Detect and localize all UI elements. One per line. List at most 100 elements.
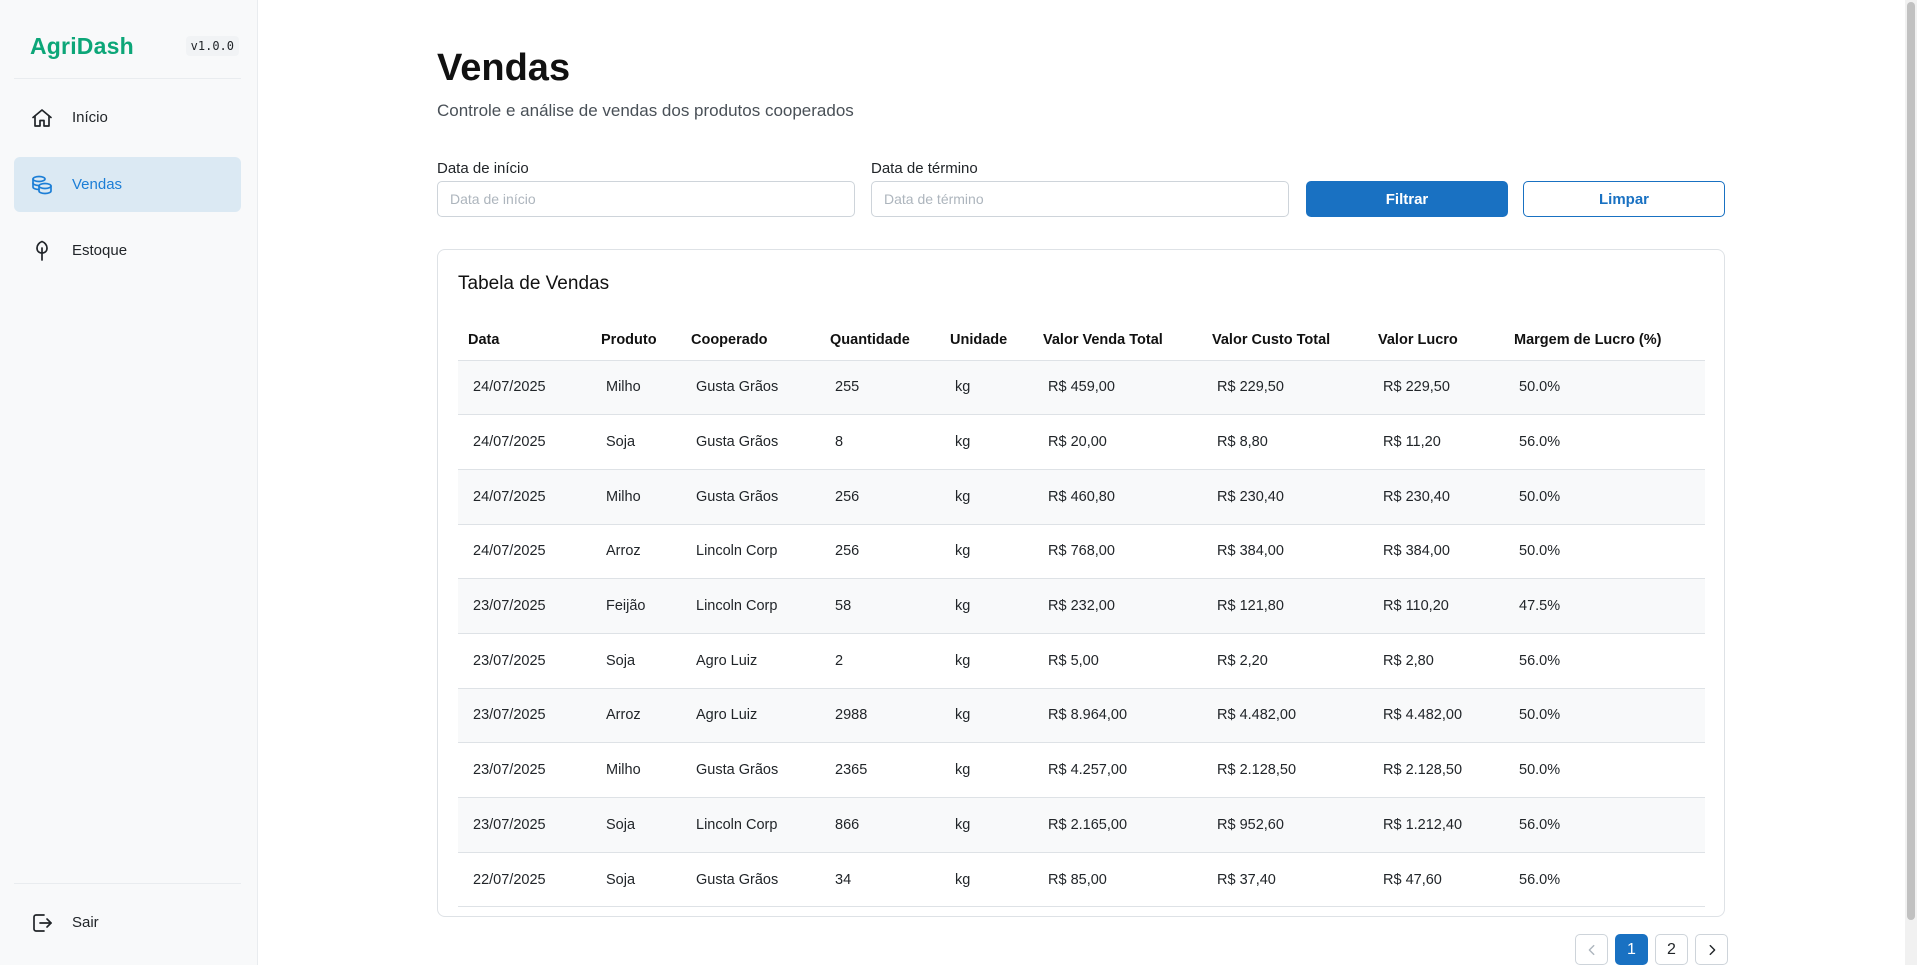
page-title: Vendas	[437, 47, 571, 89]
cell-margin: 50.0%	[1504, 360, 1705, 416]
cell-date: 24/07/2025	[458, 469, 591, 525]
cell-cooperado: Lincoln Corp	[681, 797, 820, 853]
column-header: Valor Custo Total	[1202, 320, 1368, 361]
scrollbar-thumb[interactable]	[1907, 2, 1915, 920]
sales-table: Data Produto Cooperado Quantidade Unidad…	[458, 320, 1705, 908]
cell-product: Soja	[591, 852, 681, 908]
cell-product: Milho	[591, 469, 681, 525]
cell-margin: 56.0%	[1504, 797, 1705, 853]
cell-sale-total: R$ 85,00	[1033, 852, 1202, 908]
logout-button[interactable]: Sair	[14, 895, 241, 950]
cell-unit: kg	[940, 797, 1033, 853]
cell-unit: kg	[940, 360, 1033, 416]
cell-unit: kg	[940, 688, 1033, 744]
cell-quantity: 256	[820, 469, 940, 525]
column-header: Produto	[591, 320, 681, 361]
prev-page-button[interactable]	[1575, 934, 1608, 965]
cell-quantity: 256	[820, 524, 940, 580]
cell-margin: 56.0%	[1504, 852, 1705, 908]
table-row: 23/07/2025 Soja Agro Luiz 2 kg R$ 5,00 R$ 2,20…	[458, 633, 1705, 689]
cell-unit: kg	[940, 469, 1033, 525]
start-date-input[interactable]	[437, 181, 855, 217]
cell-profit: R$ 4.482,00	[1368, 688, 1504, 744]
cell-unit: kg	[940, 633, 1033, 689]
table-row: 23/07/2025 Soja Lincoln Corp 866 kg R$ 2.165,…	[458, 797, 1705, 853]
cell-margin: 50.0%	[1504, 469, 1705, 525]
cell-cooperado: Agro Luiz	[681, 633, 820, 689]
column-header: Quantidade	[820, 320, 940, 361]
cell-cooperado: Gusta Grãos	[681, 852, 820, 908]
cell-unit: kg	[940, 742, 1033, 798]
cell-margin: 47.5%	[1504, 578, 1705, 634]
cell-quantity: 2988	[820, 688, 940, 744]
cell-profit: R$ 230,40	[1368, 469, 1504, 525]
table-row: 24/07/2025 Arroz Lincoln Corp 256 kg R$ 768,0…	[458, 524, 1705, 580]
cell-unit: kg	[940, 414, 1033, 470]
cell-profit: R$ 1.212,40	[1368, 797, 1504, 853]
next-page-button[interactable]	[1695, 934, 1728, 965]
cell-product: Arroz	[591, 524, 681, 580]
logout-label: Sair	[72, 914, 99, 931]
page-subtitle: Controle e análise de vendas dos produto…	[437, 101, 854, 120]
cell-profit: R$ 110,20	[1368, 578, 1504, 634]
cell-product: Arroz	[591, 688, 681, 744]
cell-quantity: 255	[820, 360, 940, 416]
cell-cooperado: Gusta Grãos	[681, 469, 820, 525]
cell-cooperado: Gusta Grãos	[681, 360, 820, 416]
cell-sale-total: R$ 4.257,00	[1033, 742, 1202, 798]
cell-date: 24/07/2025	[458, 414, 591, 470]
cell-margin: 50.0%	[1504, 688, 1705, 744]
cell-date: 22/07/2025	[458, 852, 591, 908]
sidebar-divider	[14, 78, 241, 79]
chevron-left-icon	[1588, 944, 1594, 955]
cell-date: 24/07/2025	[458, 524, 591, 580]
cell-cooperado: Gusta Grãos	[681, 742, 820, 798]
table-row: 23/07/2025 Arroz Agro Luiz 2988 kg R$ 8.964,0…	[458, 688, 1705, 744]
sidebar-item-inicio[interactable]: Início	[14, 90, 241, 145]
end-date-label: Data de término	[871, 160, 978, 177]
cell-cost-total: R$ 121,80	[1202, 578, 1368, 634]
cell-quantity: 2365	[820, 742, 940, 798]
cell-product: Feijão	[591, 578, 681, 634]
table-header-row: Data Produto Cooperado Quantidade Unidad…	[458, 320, 1705, 361]
cell-quantity: 2	[820, 633, 940, 689]
cell-quantity: 8	[820, 414, 940, 470]
cell-profit: R$ 2.128,50	[1368, 742, 1504, 798]
cell-cost-total: R$ 37,40	[1202, 852, 1368, 908]
version-badge: v1.0.0	[185, 36, 239, 56]
page-button-1[interactable]: 1	[1615, 934, 1648, 965]
cell-cooperado: Lincoln Corp	[681, 524, 820, 580]
column-header: Cooperado	[681, 320, 820, 361]
cell-margin: 50.0%	[1504, 524, 1705, 580]
cell-sale-total: R$ 232,00	[1033, 578, 1202, 634]
end-date-input[interactable]	[871, 181, 1289, 217]
cell-cost-total: R$ 2,20	[1202, 633, 1368, 689]
cell-cost-total: R$ 952,60	[1202, 797, 1368, 853]
cell-cost-total: R$ 229,50	[1202, 360, 1368, 416]
app-logo[interactable]: AgriDash	[14, 33, 134, 60]
table-row: 23/07/2025 Feijão Lincoln Corp 58 kg R$ 232,0…	[458, 578, 1705, 634]
clear-button[interactable]: Limpar	[1523, 181, 1725, 217]
cell-margin: 56.0%	[1504, 414, 1705, 470]
cell-margin: 56.0%	[1504, 633, 1705, 689]
cell-unit: kg	[940, 852, 1033, 908]
cell-date: 23/07/2025	[458, 633, 591, 689]
table-row: 22/07/2025 Soja Gusta Grãos 34 kg R$ 85,00 R$ …	[458, 852, 1705, 908]
cell-product: Soja	[591, 633, 681, 689]
home-icon	[30, 106, 54, 130]
table-row: 24/07/2025 Milho Gusta Grãos 255 kg R$ 459,00…	[458, 360, 1705, 416]
page-button-2[interactable]: 2	[1655, 934, 1688, 965]
sidebar-item-label: Vendas	[72, 176, 123, 193]
cell-unit: kg	[940, 578, 1033, 634]
sidebar-item-estoque[interactable]: Estoque	[14, 223, 241, 278]
cell-date: 23/07/2025	[458, 797, 591, 853]
page-scrollbar[interactable]	[1905, 0, 1917, 965]
sales-table-card: Tabela de Vendas Data Produto Cooperado …	[437, 249, 1725, 917]
sidebar-item-vendas[interactable]: Vendas	[14, 157, 241, 212]
cell-unit: kg	[940, 524, 1033, 580]
filter-button[interactable]: Filtrar	[1306, 181, 1508, 217]
cell-profit: R$ 47,60	[1368, 852, 1504, 908]
logout-icon	[30, 911, 54, 935]
sidebar-divider	[14, 883, 241, 884]
cell-date: 23/07/2025	[458, 742, 591, 798]
